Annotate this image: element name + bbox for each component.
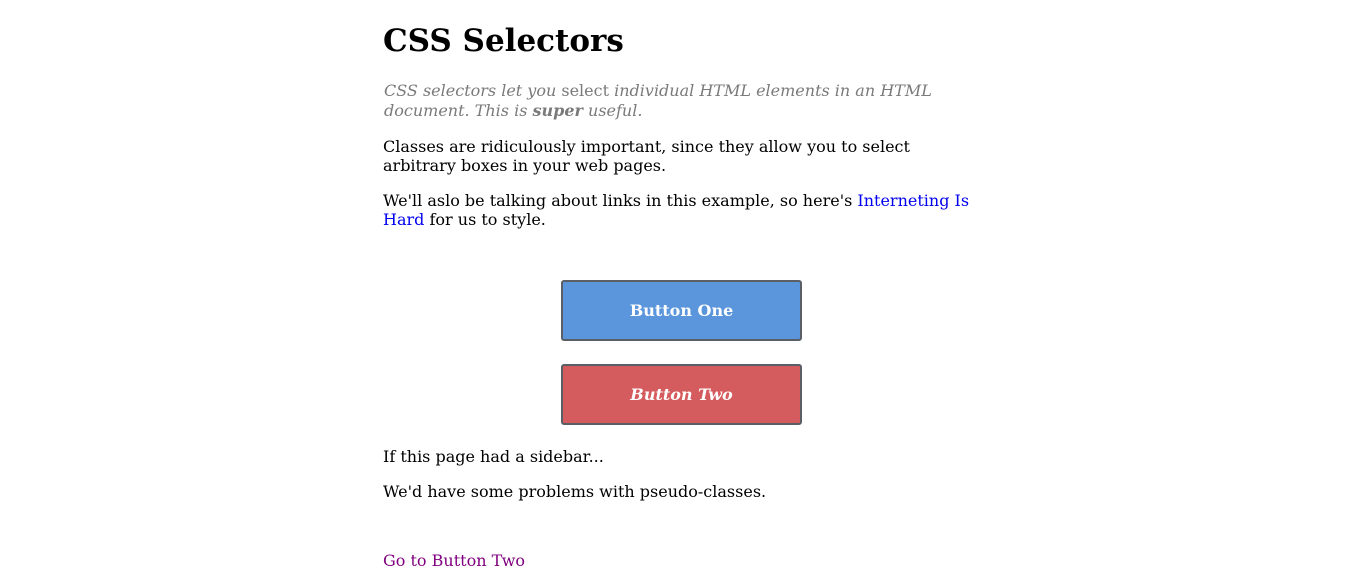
synopsis-part: useful.: [582, 101, 643, 120]
synopsis-select-word: select: [561, 81, 610, 100]
classes-paragraph: Classes are ridiculously important, sinc…: [383, 137, 910, 175]
go-to-button-two-link[interactable]: Go to Button Two: [383, 551, 525, 570]
links-text-before: We'll aslo be talking about links in thi…: [383, 191, 858, 210]
sidebar-paragraph: If this page had a sidebar...: [383, 447, 604, 466]
synopsis-part: CSS selectors let you: [384, 81, 562, 100]
links-paragraph: We'll aslo be talking about links in thi…: [383, 191, 973, 229]
page-title: CSS Selectors: [383, 23, 624, 59]
links-text-after: for us to style.: [424, 210, 546, 229]
synopsis-emphasis: super: [532, 101, 583, 120]
button-two[interactable]: Button Two: [561, 364, 802, 425]
synopsis: CSS selectors let you select individual …: [384, 81, 969, 121]
button-one[interactable]: Button One: [561, 280, 802, 341]
pseudo-classes-paragraph: We'd have some problems with pseudo-clas…: [383, 482, 767, 501]
